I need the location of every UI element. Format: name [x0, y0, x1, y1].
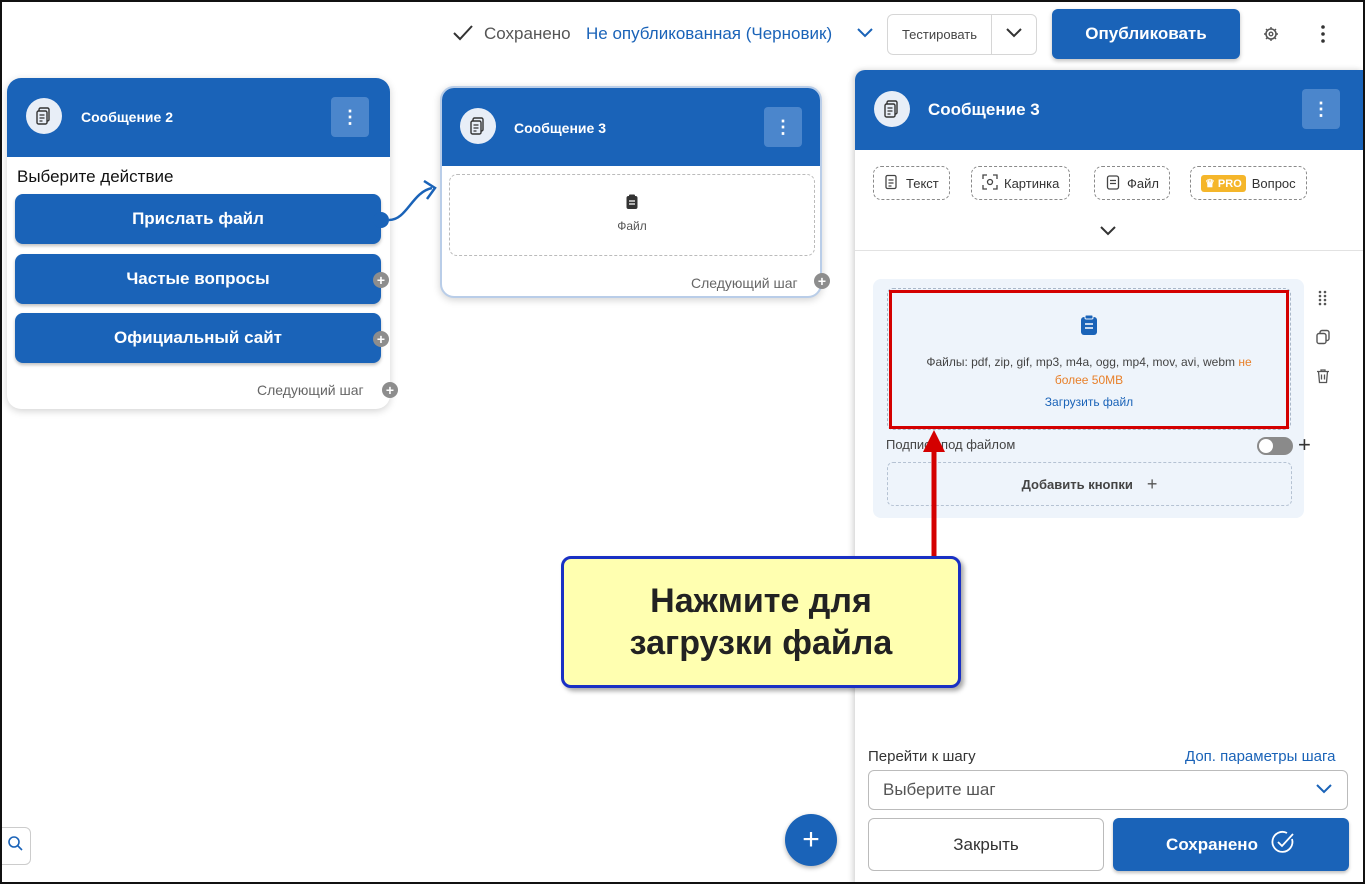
node-header: Сообщение 3 ⋮ — [442, 88, 820, 166]
step-params-link[interactable]: Доп. параметры шага — [1185, 748, 1335, 765]
node-prompt: Выберите действие — [17, 167, 174, 186]
chevron-down-icon[interactable] — [1099, 224, 1117, 242]
chip-label: Файл — [1127, 175, 1159, 191]
canvas-search-button[interactable] — [0, 827, 31, 865]
goto-step-label: Перейти к шагу — [868, 748, 976, 765]
test-button[interactable]: Тестировать — [888, 15, 992, 54]
instruction-callout: Нажмите для загрузки файла — [561, 556, 961, 688]
highlight-frame — [889, 290, 1289, 429]
action-button-website[interactable]: Официальный сайт — [15, 313, 381, 363]
next-step-label: Следующий шаг — [691, 275, 798, 291]
add-next-step-button[interactable]: + — [382, 382, 398, 398]
add-step-fab[interactable]: + — [785, 814, 837, 866]
message-icon — [26, 98, 62, 134]
chevron-down-icon[interactable] — [856, 26, 874, 45]
node-menu-button[interactable]: ⋮ — [331, 97, 369, 137]
test-dropdown-toggle[interactable] — [992, 15, 1036, 54]
search-icon — [8, 835, 24, 857]
add-question-chip[interactable]: ♛ PRO Вопрос — [1190, 166, 1307, 200]
plus-icon: + — [1146, 473, 1158, 494]
panel-header: Сообщение 3 ⋮ — [855, 70, 1363, 150]
save-button[interactable]: Сохранено — [1113, 818, 1349, 871]
close-button[interactable]: Закрыть — [868, 818, 1104, 871]
section-divider — [855, 250, 1363, 251]
check-icon — [452, 22, 474, 50]
file-icon — [450, 194, 814, 215]
plus-icon[interactable]: + — [1298, 434, 1311, 456]
node-title: Сообщение 2 — [81, 109, 173, 125]
add-next-step-button[interactable]: + — [814, 273, 830, 289]
caption-toggle[interactable] — [1257, 437, 1293, 455]
chip-label: Вопрос — [1251, 175, 1296, 191]
chevron-down-icon — [1315, 780, 1333, 800]
caption-label: Подпись под файлом — [886, 437, 1016, 452]
image-icon — [982, 173, 998, 193]
publish-button[interactable]: Опубликовать — [1052, 9, 1240, 59]
chip-label: Картинка — [1004, 175, 1060, 191]
check-circle-icon — [1270, 829, 1296, 860]
panel-title: Сообщение 3 — [928, 100, 1040, 119]
node-message-2[interactable]: Сообщение 2 ⋮ Выберите действие Прислать… — [7, 78, 390, 409]
copy-icon[interactable] — [1315, 329, 1331, 350]
file-icon — [1105, 174, 1121, 193]
gear-icon[interactable] — [1263, 26, 1279, 47]
pro-badge: ♛ PRO — [1201, 174, 1246, 192]
add-connection-button[interactable]: + — [373, 331, 389, 347]
node-connector — [373, 180, 437, 228]
trash-icon[interactable] — [1315, 368, 1331, 389]
test-button-group: Тестировать — [887, 14, 1037, 55]
node-header: Сообщение 2 ⋮ — [7, 78, 390, 157]
message-icon — [874, 91, 910, 127]
node-file-content[interactable]: Файл — [449, 174, 815, 256]
drag-handle-icon[interactable] — [1317, 290, 1329, 311]
node-menu-button[interactable]: ⋮ — [764, 107, 802, 147]
message-icon — [460, 108, 496, 144]
add-connection-button[interactable]: + — [373, 272, 389, 288]
add-text-chip[interactable]: Текст — [873, 166, 950, 200]
text-icon — [884, 174, 900, 193]
file-label: Файл — [617, 219, 647, 233]
action-button-send-file[interactable]: Прислать файл — [15, 194, 381, 244]
annotation-arrow — [923, 430, 945, 556]
chevron-down-icon — [1005, 26, 1023, 44]
panel-menu-button[interactable]: ⋮ — [1302, 89, 1340, 129]
next-step-label: Следующий шаг — [257, 382, 364, 398]
chip-label: Текст — [906, 175, 939, 191]
add-file-chip[interactable]: Файл — [1094, 166, 1170, 200]
add-image-chip[interactable]: Картинка — [971, 166, 1071, 200]
more-vertical-icon[interactable] — [1314, 24, 1332, 49]
step-select[interactable]: Выберите шаг — [868, 770, 1348, 810]
publish-status-dropdown[interactable]: Не опубликованная (Черновик) — [586, 24, 832, 44]
action-button-faq[interactable]: Частые вопросы — [15, 254, 381, 304]
node-message-3[interactable]: Сообщение 3 ⋮ Файл Следующий шаг — [440, 86, 822, 298]
save-status: Сохранено — [484, 24, 571, 43]
node-title: Сообщение 3 — [514, 120, 606, 136]
